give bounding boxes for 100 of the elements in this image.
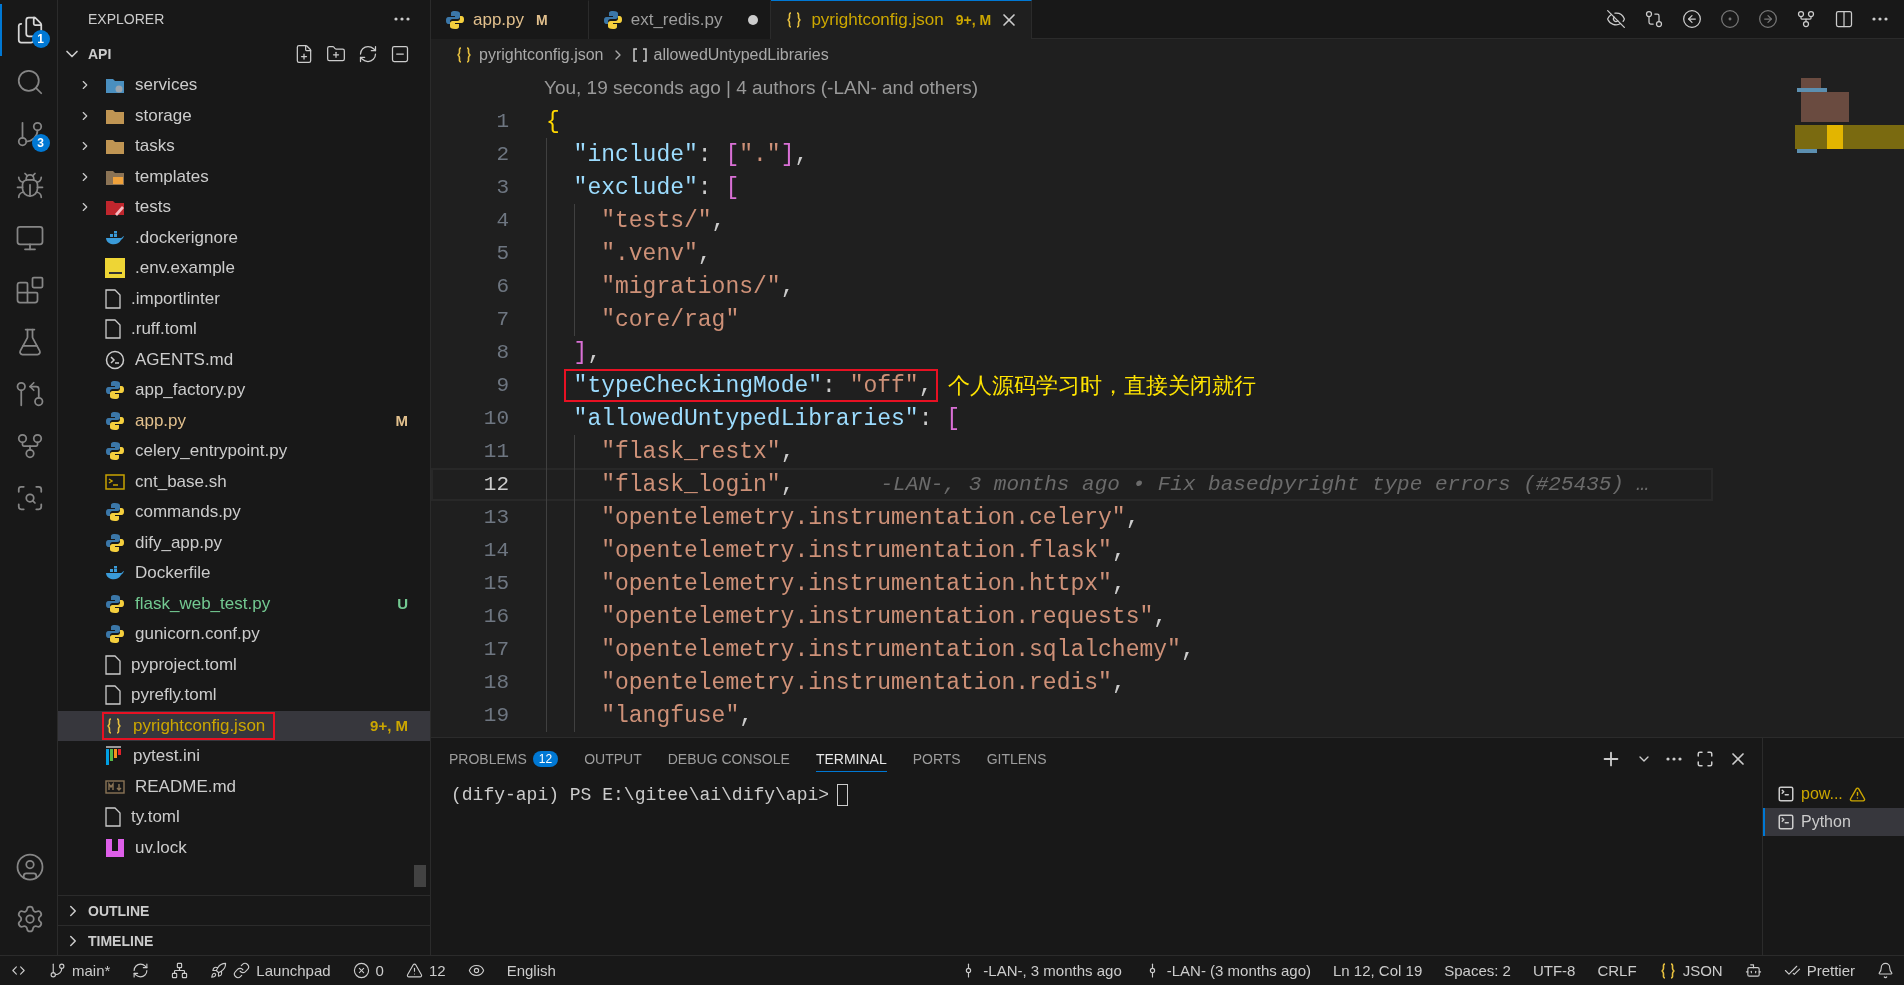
line-number: 7 — [495, 308, 509, 331]
new-folder-button[interactable] — [326, 44, 346, 64]
file-tree-item[interactable]: cnt_base.sh — [58, 466, 430, 497]
file-tree-item[interactable]: pytest.ini — [58, 741, 430, 772]
file-name: celery_entrypoint.py — [135, 441, 288, 462]
collapse-button[interactable] — [390, 44, 410, 64]
file-tree-item[interactable]: storage — [58, 100, 430, 131]
status-bar-item[interactable]: Spaces: 2 — [1444, 962, 1511, 979]
status-bar-item[interactable]: CRLF — [1597, 962, 1637, 979]
file-tree-item[interactable]: .importlinter — [58, 283, 430, 314]
panel-tab[interactable]: PORTS — [912, 746, 961, 772]
file-name: dify_app.py — [135, 532, 222, 553]
file-tree-item[interactable]: tasks — [58, 131, 430, 162]
status-bar-item[interactable] — [132, 962, 150, 979]
status-bar-item[interactable] — [1877, 962, 1894, 979]
code-token: "opentelemetry.instrumentation.httpx" — [601, 570, 1112, 597]
refresh-button[interactable] — [358, 44, 378, 64]
file-tree-item[interactable]: pyproject.toml — [58, 649, 430, 680]
code-token: , — [587, 339, 602, 366]
breadcrumb-item[interactable]: pyrightconfig.json — [455, 45, 604, 64]
next-change-icon[interactable] — [1758, 9, 1778, 29]
file-tree-item[interactable]: AGENTS.md — [58, 344, 430, 375]
eye-off-icon[interactable] — [1606, 9, 1626, 29]
status-bar-item[interactable]: -LAN-, 3 months ago — [960, 962, 1122, 979]
panel-tab[interactable]: OUTPUT — [584, 746, 642, 772]
panel-tab[interactable]: GITLENS — [986, 746, 1047, 772]
code-token: "opentelemetry.instrumentation.sqlalchemy" — [601, 636, 1181, 663]
file-name: .dockerignore — [135, 227, 238, 248]
file-tree-item[interactable]: ty.toml — [58, 802, 430, 833]
folder-icon — [105, 137, 125, 156]
panel-tab[interactable]: TERMINAL — [815, 746, 887, 772]
codelens-text[interactable]: You, 19 seconds ago | 4 authors (-LAN- and others) — [544, 76, 979, 99]
git-fork-icon[interactable] — [1796, 9, 1816, 29]
robot-icon — [1744, 962, 1762, 979]
status-bar-item[interactable] — [171, 962, 189, 979]
file-tree-item[interactable]: Dockerfile — [58, 558, 430, 589]
status-bar-item[interactable]: JSON — [1658, 961, 1723, 980]
file-tree-item[interactable]: .ruff.toml — [58, 314, 430, 345]
file-tree-item[interactable]: flask_web_test.py U — [58, 588, 430, 619]
file-name: tasks — [135, 136, 175, 157]
file-tree-item[interactable]: gunicorn.conf.py — [58, 619, 430, 650]
file-tree-item[interactable]: templates — [58, 161, 430, 192]
file-tree-item[interactable]: pyrightconfig.json 9+, M — [58, 710, 430, 741]
file-tree-item[interactable]: dify_app.py — [58, 527, 430, 558]
compare-icon[interactable] — [1644, 9, 1664, 29]
status-bar-item[interactable] — [467, 962, 485, 979]
line-number: 10 — [482, 407, 509, 430]
status-bar-item[interactable]: Launchpad — [210, 962, 331, 979]
status-bar-item[interactable]: 12 — [405, 962, 446, 979]
maximize-icon[interactable] — [1696, 750, 1714, 768]
activity-bar-button[interactable]: 3 — [0, 108, 58, 160]
status-bar-item[interactable]: Prettier — [1783, 962, 1855, 979]
code-token: ] — [573, 339, 588, 366]
file-tree-item[interactable]: .dockerignore — [58, 222, 430, 253]
code-token: , — [1180, 636, 1195, 663]
status-bar-item[interactable] — [1744, 962, 1762, 979]
commit-icon[interactable] — [1720, 9, 1740, 29]
more-icon[interactable] — [1872, 17, 1888, 21]
terminal-list-item[interactable]: pow... — [1763, 780, 1904, 808]
file-tree-item[interactable]: celery_entrypoint.py — [58, 436, 430, 467]
file-tree-item[interactable]: app_factory.py — [58, 375, 430, 406]
status-bar-item[interactable]: UTF-8 — [1532, 962, 1576, 979]
split-editor-icon[interactable] — [1834, 9, 1854, 29]
file-tree-item[interactable]: services — [58, 70, 430, 101]
more-icon[interactable] — [1666, 757, 1682, 761]
code-token: "opentelemetry.instrumentation.requests" — [601, 603, 1154, 630]
file-tree-item[interactable]: uv.lock — [58, 832, 430, 863]
panel-tab[interactable]: PROBLEMS 12 — [449, 746, 559, 772]
file-tree-item[interactable]: commands.py — [58, 497, 430, 528]
section-header[interactable]: OUTLINE — [58, 895, 430, 925]
count-badge: 1 — [31, 30, 50, 48]
status-bar-item[interactable]: -LAN- (3 months ago) — [1143, 962, 1311, 979]
editor-tab[interactable]: pyrightconfig.json 9+, M — [771, 0, 1033, 39]
previous-change-icon[interactable] — [1682, 9, 1702, 29]
file-tree-item[interactable]: .env.example — [58, 253, 430, 284]
scrollbar-thumb[interactable] — [414, 865, 426, 887]
code-token: ] — [780, 141, 795, 168]
file-name: ty.toml — [131, 807, 180, 828]
status-bar-item[interactable]: 0 — [352, 962, 384, 979]
status-bar-item[interactable]: Ln 12, Col 19 — [1333, 962, 1423, 979]
line-number: 3 — [495, 176, 509, 199]
terminal-list-item[interactable]: Python — [1763, 808, 1904, 836]
more-icon[interactable] — [394, 17, 410, 21]
json-file-icon — [105, 716, 123, 735]
code-token: , — [780, 471, 795, 498]
new-file-button[interactable] — [294, 44, 314, 64]
file-tree-item[interactable]: pyrefly.toml — [58, 680, 430, 711]
tab-title: app.py — [473, 10, 525, 30]
status-bar-item[interactable]: English — [506, 962, 556, 979]
markdown-icon — [105, 779, 125, 794]
file-name: templates — [135, 166, 209, 187]
panel-tab[interactable]: DEBUG CONSOLE — [667, 746, 790, 772]
file-icon — [105, 685, 121, 706]
file-tree-item[interactable]: README.md — [58, 771, 430, 802]
file-tree-item[interactable]: app.py M — [58, 405, 430, 436]
file-tree-item[interactable]: tests — [58, 192, 430, 223]
breadcrumb-item[interactable]: allowedUntypedLibraries — [631, 45, 829, 64]
git-status-label: 9+, M — [370, 717, 408, 735]
code-token: "opentelemetry.instrumentation.redis" — [601, 669, 1112, 696]
status-bar-item[interactable]: main* — [49, 962, 111, 979]
